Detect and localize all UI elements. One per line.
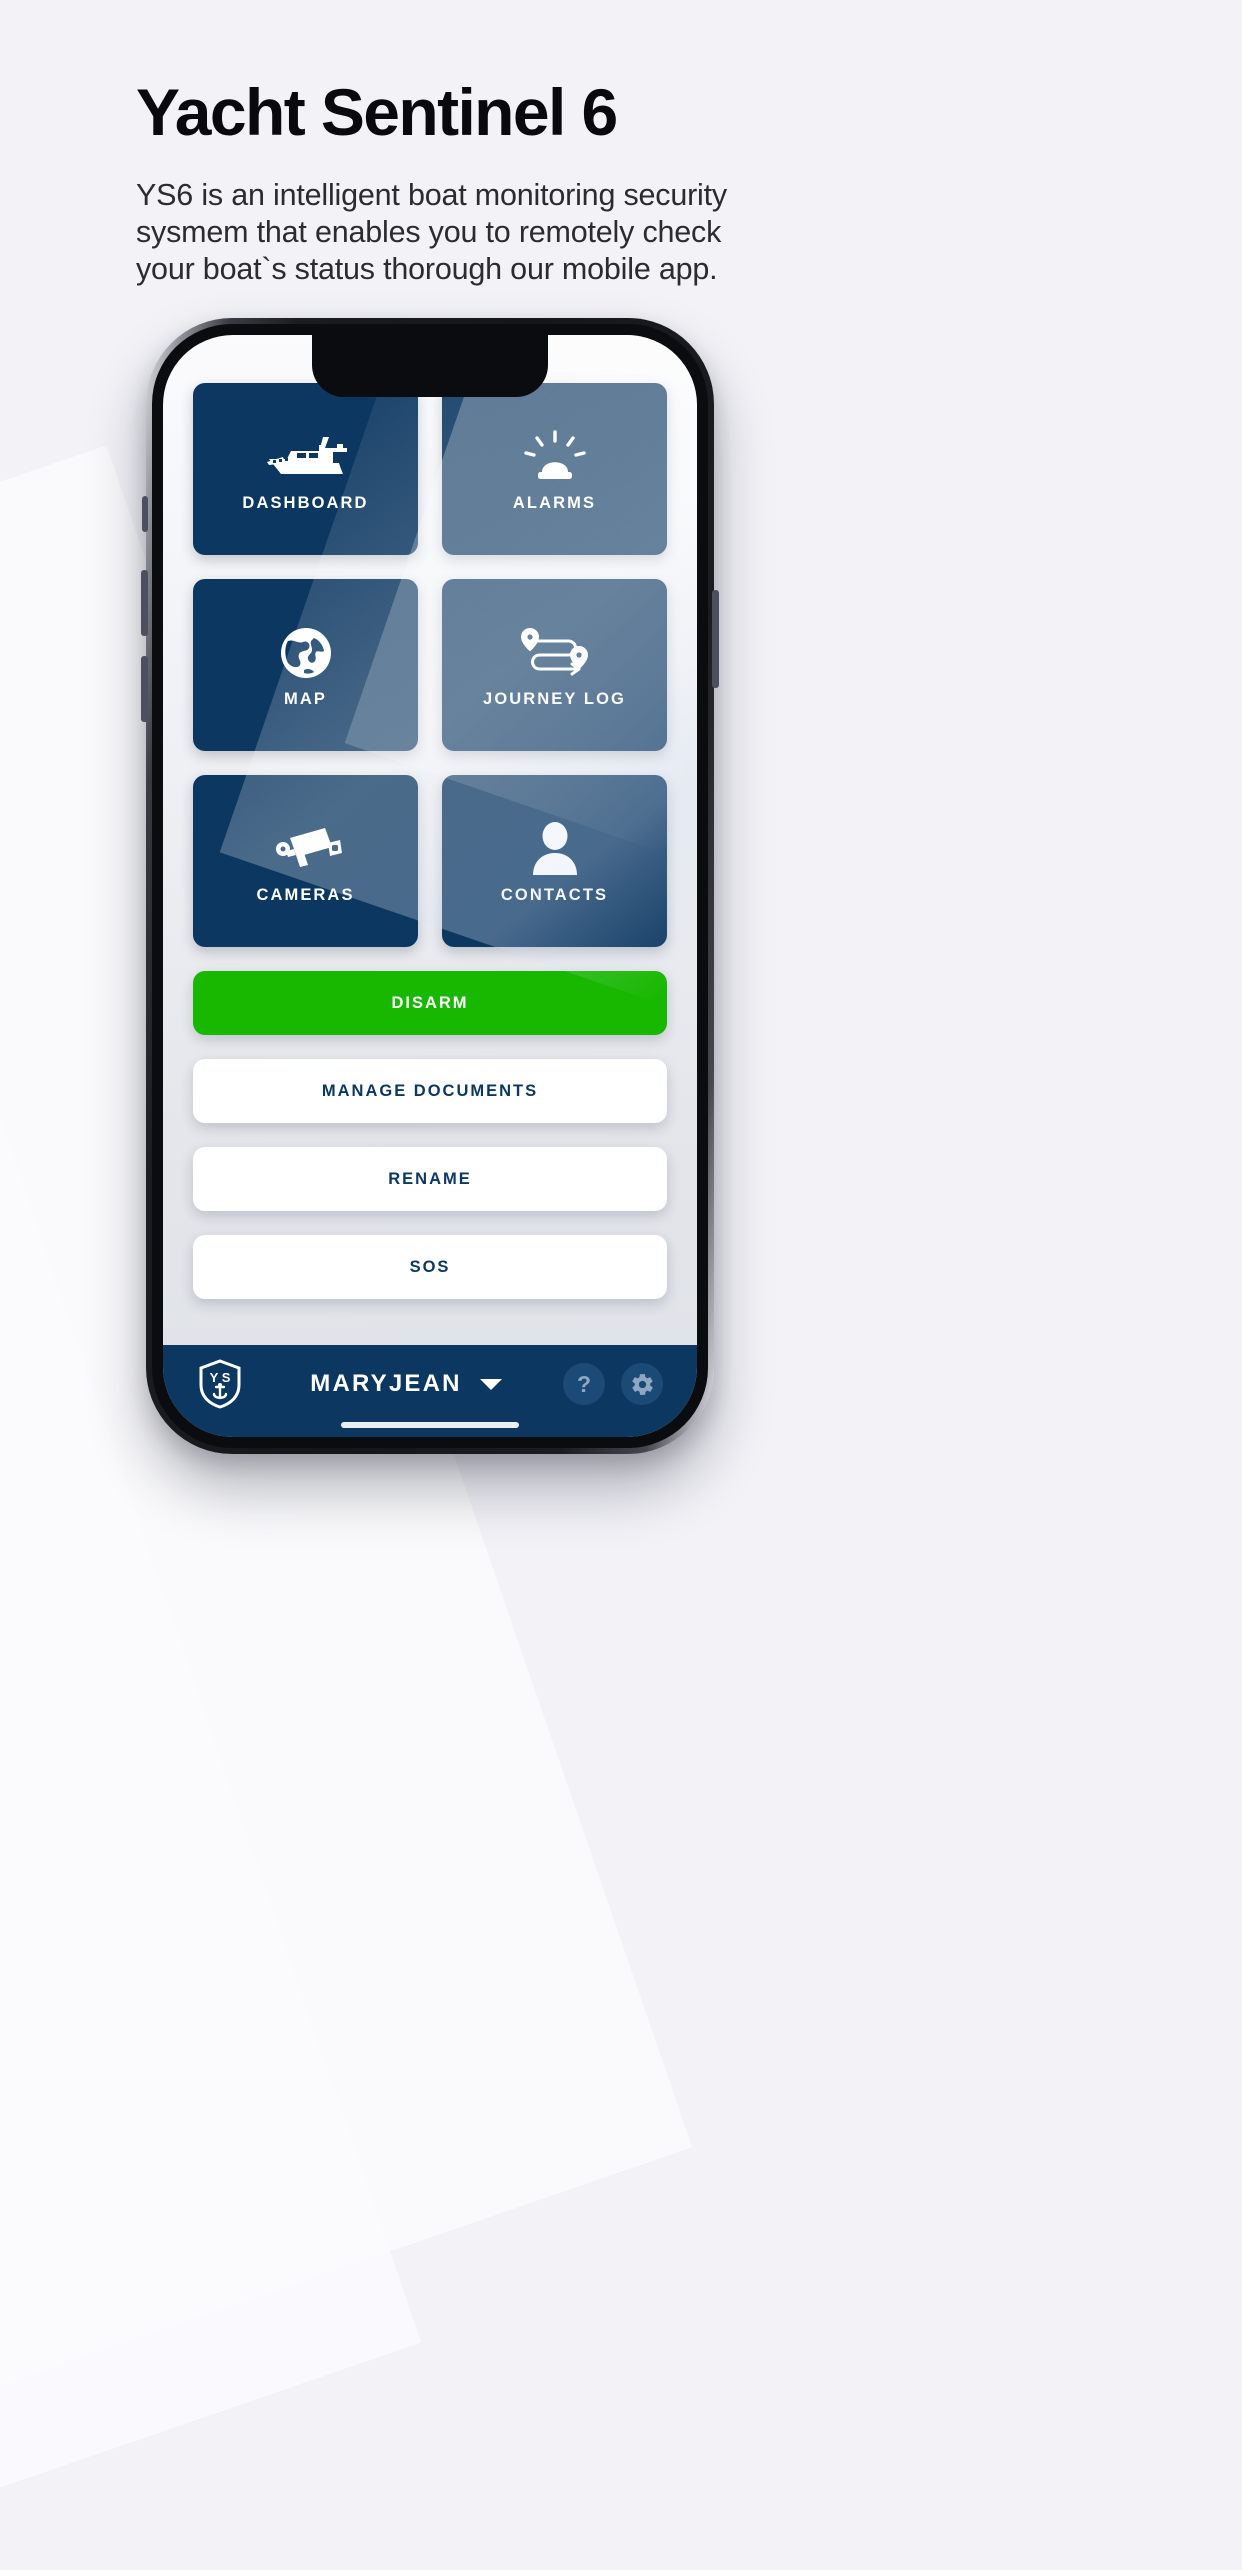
phone-mockup: DASHBOARD ALARMS MAP JOURNEY LOG CAMERAS… — [141, 318, 719, 1454]
route-icon — [516, 622, 594, 684]
app-content: DASHBOARD ALARMS MAP JOURNEY LOG CAMERAS… — [163, 335, 697, 1437]
boat-selector[interactable]: MARYJEAN — [249, 1370, 563, 1398]
disarm-label: DISARM — [391, 993, 469, 1012]
tile-contacts[interactable]: CONTACTS — [442, 775, 667, 947]
help-glyph: ? — [576, 1370, 592, 1397]
tile-label: MAP — [284, 689, 327, 708]
navbar-icons: ? — [563, 1363, 663, 1405]
tile-cameras[interactable]: CAMERAS — [193, 775, 418, 947]
page-title: Yacht Sentinel 6 — [136, 75, 618, 149]
boat-name-label: MARYJEAN — [310, 1370, 462, 1397]
tile-dashboard[interactable]: DASHBOARD — [193, 383, 418, 555]
tile-label: ALARMS — [512, 493, 597, 512]
globe-icon — [278, 622, 334, 684]
phone-volume-down[interactable] — [141, 656, 148, 722]
page-header: Yacht Sentinel 6 YS6 is an intelligent b… — [136, 75, 856, 288]
tile-label: DASHBOARD — [242, 493, 369, 512]
alarm-beacon-icon — [520, 426, 590, 488]
ys-shield-logo-icon[interactable]: Y S — [197, 1358, 243, 1410]
phone-reflection: SOS Y S MARYJEAN — [146, 1462, 714, 1712]
rename-button[interactable]: RENAME — [193, 1147, 667, 1211]
phone-bezel: DASHBOARD ALARMS MAP JOURNEY LOG CAMERAS… — [152, 324, 708, 1448]
cctv-camera-icon — [270, 818, 342, 880]
phone-screen: DASHBOARD ALARMS MAP JOURNEY LOG CAMERAS… — [163, 335, 697, 1437]
manage-documents-button[interactable]: MANAGE DOCUMENTS — [193, 1059, 667, 1123]
phone-volume-up[interactable] — [141, 570, 148, 636]
sos-label: SOS — [409, 1257, 451, 1276]
tile-label: CONTACTS — [500, 885, 609, 904]
manage-documents-label: MANAGE DOCUMENTS — [321, 1081, 539, 1100]
phone-power-button[interactable] — [712, 590, 719, 688]
disarm-button[interactable]: DISARM — [193, 971, 667, 1035]
rename-label: RENAME — [388, 1169, 472, 1188]
page-description: YS6 is an intelligent boat monitoring se… — [136, 178, 727, 287]
svg-text:Y S: Y S — [210, 1370, 231, 1385]
feature-grid: DASHBOARD ALARMS MAP JOURNEY LOG CAMERAS… — [193, 383, 667, 947]
gear-icon[interactable] — [621, 1363, 663, 1405]
tile-label: JOURNEY LOG — [483, 689, 626, 708]
tile-map[interactable]: MAP — [193, 579, 418, 751]
home-indicator — [341, 1422, 519, 1428]
chevron-down-icon — [479, 1378, 502, 1390]
help-icon[interactable]: ? — [563, 1363, 605, 1405]
phone-mute-switch[interactable] — [142, 496, 148, 532]
tile-label: CAMERAS — [256, 885, 355, 904]
phone-notch — [312, 335, 548, 397]
tile-journey-log[interactable]: JOURNEY LOG — [442, 579, 667, 751]
tile-alarms[interactable]: ALARMS — [442, 383, 667, 555]
sos-button[interactable]: SOS — [193, 1235, 667, 1299]
person-icon — [529, 818, 581, 880]
boat-icon — [263, 426, 349, 488]
